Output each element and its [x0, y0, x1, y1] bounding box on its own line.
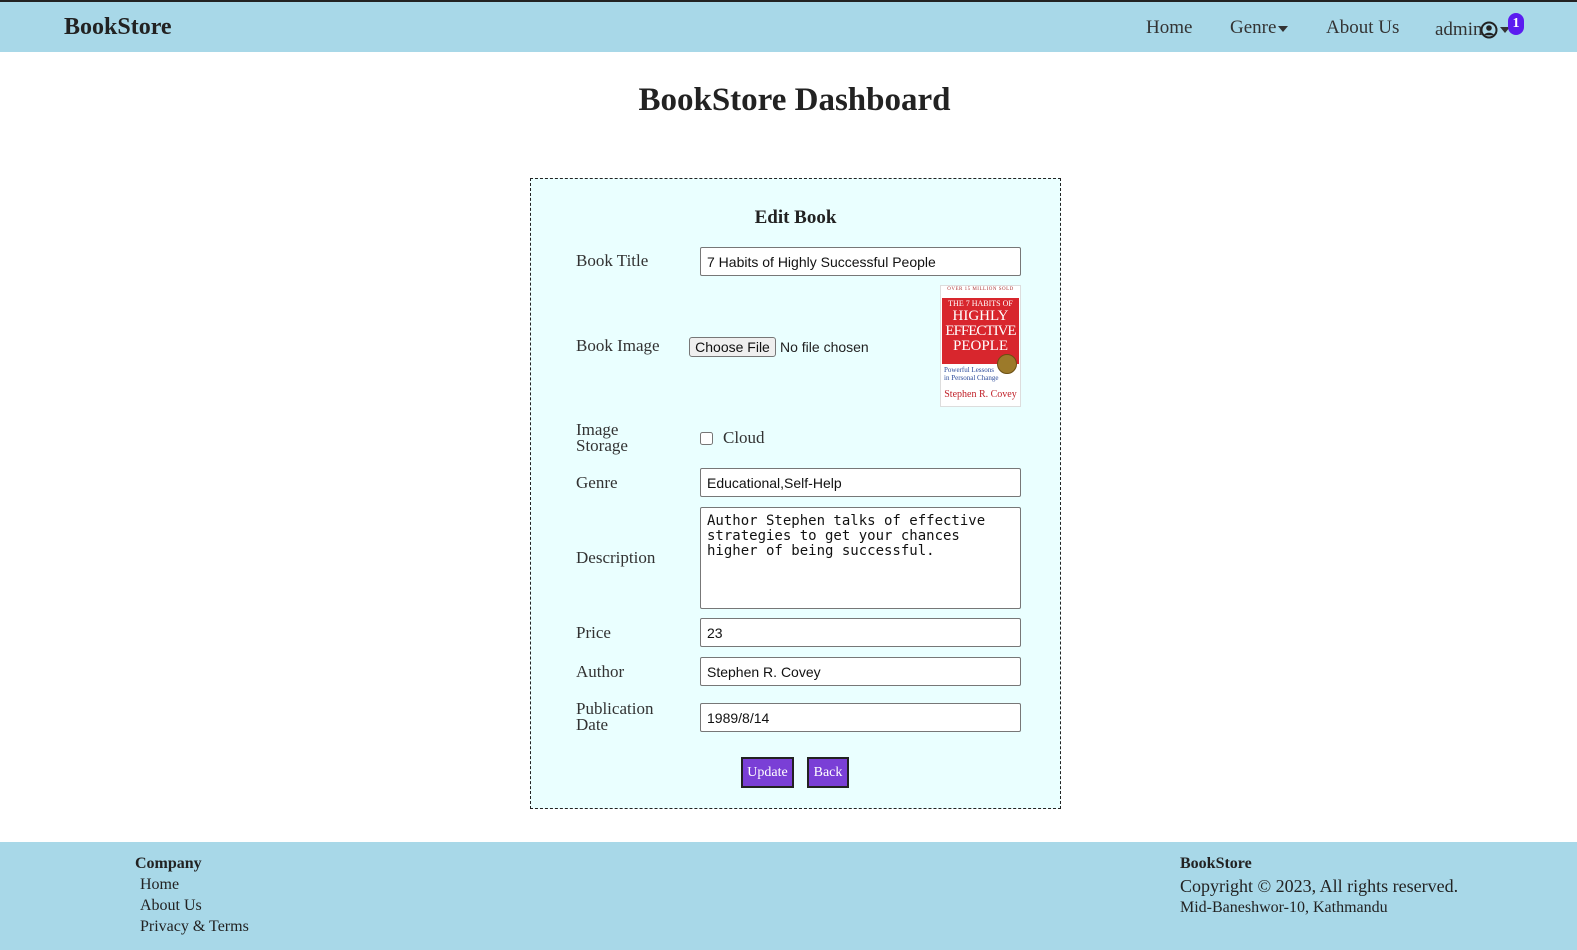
back-button[interactable]: Back	[807, 757, 849, 788]
cover-subtitle2: in Personal Change	[944, 374, 999, 382]
nav-home-link[interactable]: Home	[1146, 17, 1192, 39]
author-label: Author	[576, 662, 625, 681]
book-cover-image: OVER 15 MILLION SOLD THE 7 HABITS OF HIG…	[940, 285, 1021, 407]
form-title: Edit Book	[754, 207, 837, 228]
update-button[interactable]: Update	[741, 757, 794, 788]
nav-genre-dropdown[interactable]: Genre	[1230, 17, 1289, 39]
price-label: Price	[576, 623, 611, 642]
nav-about-link[interactable]: About Us	[1326, 17, 1399, 39]
footer-brand-heading: BookStore	[1180, 855, 1252, 872]
user-circle-icon[interactable]	[1480, 21, 1498, 39]
genre-label: Genre	[576, 473, 618, 492]
file-status-text: No file chosen	[780, 339, 869, 355]
cover-top-text: OVER 15 MILLION SOLD	[947, 287, 1014, 292]
description-label: Description	[576, 548, 656, 567]
cover-subtitle1: Powerful Lessons	[944, 366, 994, 374]
description-textarea[interactable]: Author Stephen talks of effective strate…	[700, 507, 1021, 609]
book-image-label: Book Image	[576, 336, 660, 355]
publication-date-input[interactable]	[700, 703, 1021, 732]
book-title-input[interactable]	[700, 247, 1021, 276]
cover-line3: EFFECTIVE	[945, 323, 1016, 339]
footer: Company Home About Us Privacy & Terms Bo…	[0, 842, 1577, 950]
footer-link-about[interactable]: About Us	[140, 897, 202, 915]
cover-line2: HIGHLY	[952, 308, 1009, 324]
chevron-down-icon	[1278, 25, 1289, 32]
award-seal-icon	[997, 354, 1017, 374]
publication-date-label: Publication Date	[576, 700, 653, 734]
edit-book-card: Edit Book Book Title Book Image Choose F…	[530, 178, 1061, 809]
cloud-storage-checkbox[interactable]	[700, 432, 713, 445]
navbar: BookStore Home Genre About Us admin 1	[0, 0, 1577, 52]
publication-date-label-line2: Date	[576, 715, 609, 734]
page-title: BookStore Dashboard	[638, 82, 951, 118]
book-title-label: Book Title	[576, 251, 649, 270]
genre-input[interactable]	[700, 468, 1021, 497]
nav-genre-label: Genre	[1230, 17, 1277, 38]
notification-badge[interactable]: 1	[1508, 13, 1524, 35]
choose-file-button[interactable]: Choose File	[689, 337, 776, 357]
nav-admin-name[interactable]: admin	[1435, 19, 1483, 41]
author-input[interactable]	[700, 657, 1021, 686]
footer-company-heading: Company	[135, 855, 202, 872]
footer-address: Mid-Baneshwor-10, Kathmandu	[1180, 899, 1388, 916]
image-storage-label: Image Storage	[576, 421, 628, 455]
image-storage-label-line2: Storage	[576, 436, 628, 455]
price-input[interactable]	[700, 618, 1021, 647]
cloud-storage-label[interactable]: Cloud	[723, 428, 765, 448]
cover-line1: THE 7 HABITS OF	[948, 299, 1013, 308]
footer-link-home[interactable]: Home	[140, 876, 179, 894]
cover-author: Stephen R. Covey	[944, 389, 1017, 400]
footer-copyright: Copyright © 2023, All rights reserved.	[1180, 876, 1459, 896]
footer-link-privacy[interactable]: Privacy & Terms	[140, 918, 249, 936]
brand-logo[interactable]: BookStore	[64, 14, 172, 41]
cover-line4: PEOPLE	[952, 338, 1008, 354]
